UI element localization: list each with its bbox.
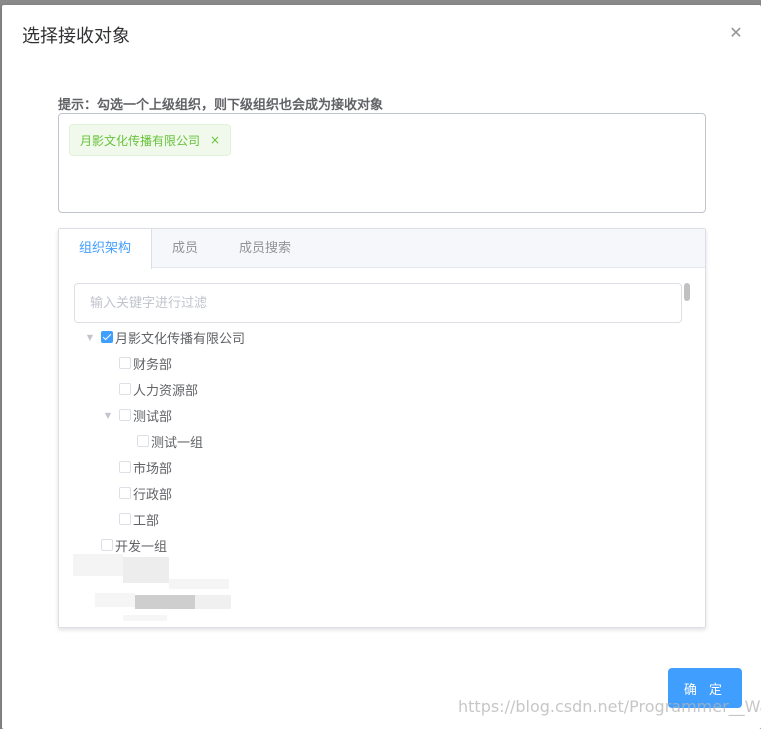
tree-node-label: 测试一组 [151,435,204,451]
tree-node-label: 月影文化传播有限公司 [115,331,246,347]
tree-node-checkbox[interactable] [137,435,149,447]
tree-node-label: 人力资源部 [133,383,199,399]
tree-node[interactable]: ▼市场部 [59,454,679,480]
tabs-card: 组织架构 成员 成员搜索 ▼ 月影文化传播有限公司 ▼财务部▼人力资源部 ▼ 测试部 ▼测… [58,228,706,628]
tree-node[interactable]: ▼财务部 [59,350,679,376]
filter-input[interactable] [74,283,682,323]
tab-org-structure[interactable]: 组织架构 [59,229,153,269]
selected-recipients-box[interactable]: 月影文化传播有限公司 × [58,113,706,213]
caret-down-icon[interactable]: ▼ [101,408,115,422]
tree-node-label: 测试部 [133,409,173,425]
blurred-content [169,579,229,589]
tree-node-checkbox[interactable] [101,539,113,551]
tree-node-checkbox[interactable] [119,461,131,473]
dialog-title: 选择接收对象 [22,26,130,47]
dialog: 选择接收对象 ✕ 提示：勾选一个上级组织，则下级组织也会成为接收对象 月影文化传… [2,5,761,729]
tab-member-search[interactable]: 成员搜索 [219,229,312,268]
caret-down-icon[interactable]: ▼ [83,330,97,344]
org-tree: ▼ 月影文化传播有限公司 ▼财务部▼人力资源部 ▼ 测试部 ▼测试一组▼市场部▼行政部▼工… [59,324,679,558]
tree-node[interactable]: ▼行政部 [59,480,679,506]
tree-node-label: 财务部 [133,357,173,373]
blurred-content [95,593,135,607]
hint-text: 提示：勾选一个上级组织，则下级组织也会成为接收对象 [58,98,384,113]
tree-node-label: 行政部 [133,487,173,503]
watermark: https://blog.csdn.net/Programmer__Wang [458,697,761,716]
tree-node[interactable]: ▼工部 [59,506,679,532]
tabs-header: 组织架构 成员 成员搜索 [59,229,705,269]
tree-node-checkbox[interactable] [101,331,113,343]
tree-node-checkbox[interactable] [119,383,131,395]
tree-node-checkbox[interactable] [119,409,131,421]
close-icon[interactable]: ✕ [728,25,744,41]
tree-node-checkbox[interactable] [119,487,131,499]
tree-node[interactable]: ▼开发一组 [59,532,679,558]
tree-node-label: 开发一组 [115,539,168,555]
blurred-content [123,557,169,583]
selected-tag: 月影文化传播有限公司 × [69,124,232,156]
blurred-content [73,554,123,576]
tab-members[interactable]: 成员 [152,229,219,268]
tree-node[interactable]: ▼ 测试部 [59,402,679,428]
tree-node-label: 工部 [133,513,160,529]
tag-label: 月影文化传播有限公司 [80,133,201,148]
tree-node-checkbox[interactable] [119,513,131,525]
tree-node[interactable]: ▼测试一组 [59,428,679,454]
scrollbar-thumb[interactable] [684,283,690,301]
tag-close-icon[interactable]: × [210,133,220,147]
tree-node[interactable]: ▼ 月影文化传播有限公司 [59,324,679,350]
tree-node-checkbox[interactable] [119,357,131,369]
tree-node-label: 市场部 [133,461,173,477]
blurred-content [195,595,231,609]
tree-node[interactable]: ▼人力资源部 [59,376,679,402]
blurred-content [123,615,167,621]
blurred-content [135,595,195,609]
